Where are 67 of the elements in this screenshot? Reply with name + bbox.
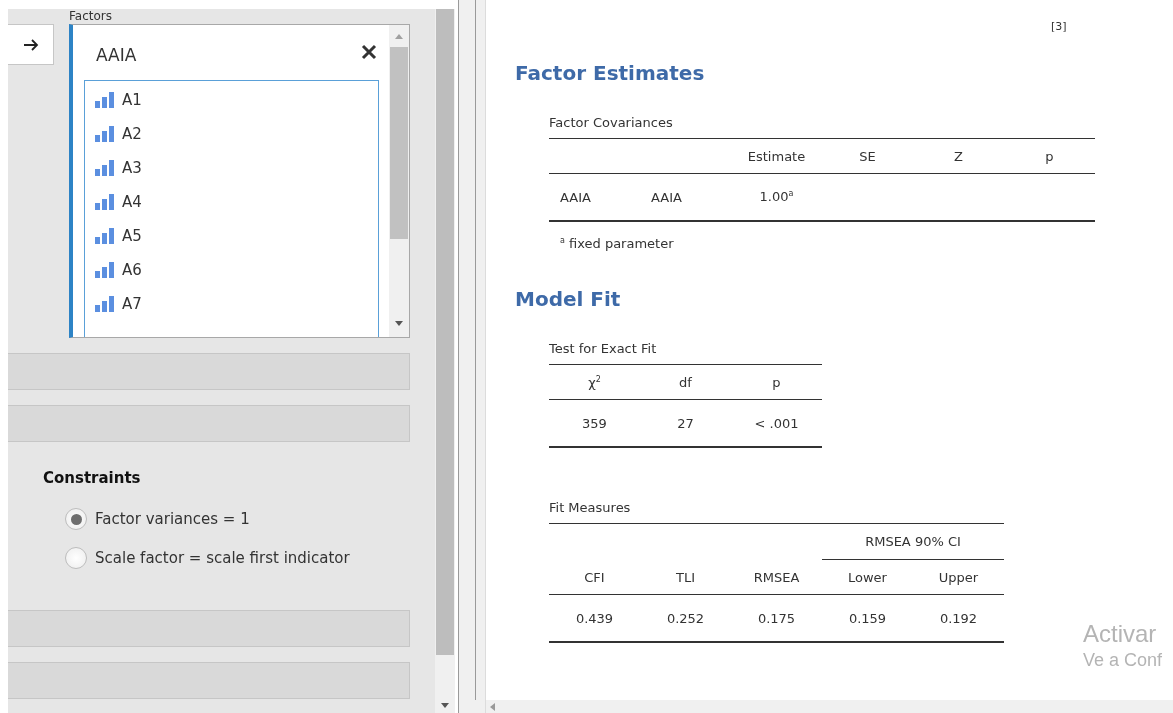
table-cell: AAIA	[640, 173, 731, 221]
variable-item[interactable]: A5	[95, 219, 368, 253]
ordinal-variable-icon	[95, 262, 115, 278]
scroll-left-icon[interactable]	[490, 702, 496, 711]
table-title: Factor Covariances	[549, 115, 674, 132]
table-title: Test for Exact Fit	[549, 341, 658, 359]
variable-item[interactable]: A3	[95, 151, 368, 185]
table-cell: 0.192	[913, 594, 1004, 643]
radio-label[interactable]: Factor variances = 1	[95, 510, 250, 528]
radio-label[interactable]: Scale factor = scale first indicator	[95, 549, 350, 567]
close-button[interactable]	[361, 43, 379, 62]
column-header: Estimate	[731, 138, 822, 174]
arrow-right-icon	[22, 38, 39, 51]
table-cell: 1.00$^{a}$	[731, 173, 822, 221]
ordinal-variable-icon	[95, 160, 115, 176]
horizontal-scrollbar[interactable]	[486, 700, 1173, 713]
activation-notice: Ve a Conf	[1083, 650, 1163, 671]
variable-item[interactable]: A2	[95, 117, 368, 151]
ordinal-variable-icon	[95, 92, 115, 108]
variable-item[interactable]: A1	[95, 83, 368, 117]
column-header: CFI	[549, 559, 640, 595]
splitter[interactable]	[458, 0, 485, 713]
column-header: SE	[822, 138, 913, 174]
activation-notice: Activar	[1083, 620, 1158, 648]
table-footnote: $^{a}$ fixed parameter	[560, 236, 675, 252]
ordinal-variable-icon	[95, 228, 115, 244]
column-header: RMSEA	[731, 559, 822, 595]
close-icon	[361, 43, 377, 60]
table-title: Fit Measures	[549, 500, 632, 518]
radio-button[interactable]	[65, 508, 87, 530]
ordinal-variable-icon	[95, 296, 115, 312]
column-header: Lower	[822, 559, 913, 595]
table-cell: 0.175	[731, 594, 822, 643]
scrollbar[interactable]	[435, 9, 455, 713]
factor-name[interactable]: AAIA	[96, 44, 137, 65]
column-header: df	[640, 364, 731, 400]
ordinal-variable-icon	[95, 194, 115, 210]
variable-item[interactable]: A4	[95, 185, 368, 219]
move-right-button[interactable]	[8, 24, 54, 65]
table-cell: 0.439	[549, 594, 640, 643]
ordinal-variable-icon	[95, 126, 115, 142]
variable-item[interactable]: A6	[95, 253, 368, 287]
section-heading: Factor Estimates	[515, 61, 706, 85]
column-header: χ$^{2}$	[549, 364, 640, 400]
collapsed-section-bar[interactable]	[8, 610, 410, 647]
table-cell: 27	[640, 399, 731, 448]
collapsed-section-bar[interactable]	[8, 405, 410, 442]
variable-item[interactable]: A7	[95, 287, 368, 321]
table-cell: AAIA	[549, 173, 640, 221]
table-cell: 0.159	[822, 594, 913, 643]
column-group-header: RMSEA 90% CI	[822, 523, 1004, 560]
column-header: Upper	[913, 559, 1004, 595]
scrollbar[interactable]	[389, 25, 409, 337]
column-header: p	[731, 364, 822, 400]
table-cell: 0.252	[640, 594, 731, 643]
column-header: p	[1004, 138, 1095, 174]
section-heading: Model Fit	[515, 287, 622, 312]
radio-button[interactable]	[65, 547, 87, 569]
reference-number: [3]	[1051, 20, 1068, 34]
constraints-heading: Constraints	[43, 469, 142, 487]
table-cell: 359	[549, 399, 640, 448]
column-header: Z	[913, 138, 1004, 174]
column-header: TLI	[640, 559, 731, 595]
table-cell: < .001	[731, 399, 822, 448]
collapsed-section-bar[interactable]	[8, 662, 410, 699]
factors-label: Factors	[69, 9, 113, 24]
collapsed-section-bar[interactable]	[8, 353, 410, 390]
